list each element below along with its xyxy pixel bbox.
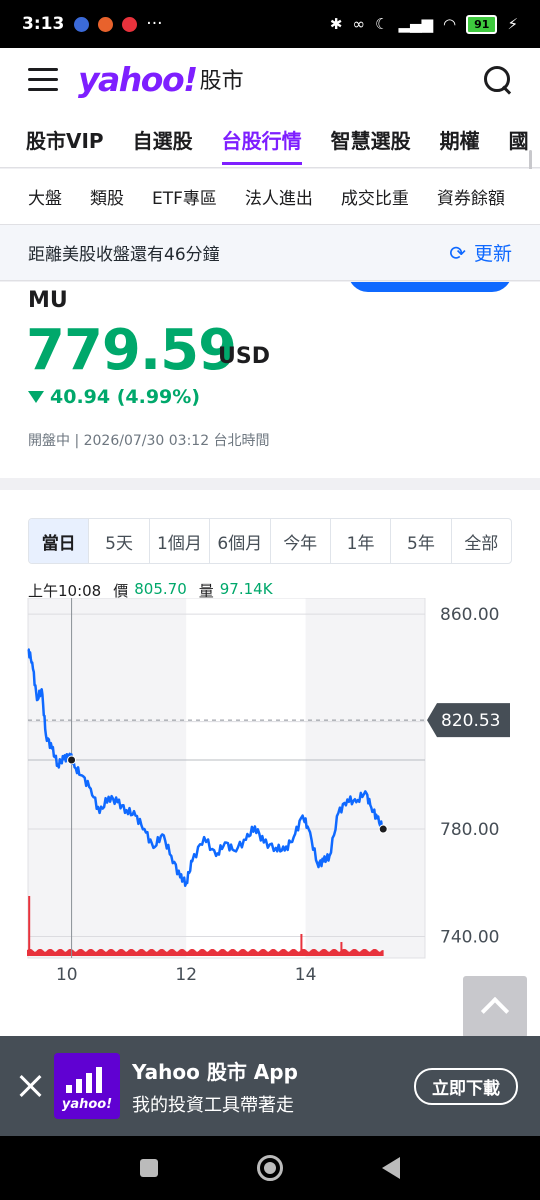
range-1m[interactable]: 1個月 (150, 519, 211, 563)
refresh-label: 更新 (473, 243, 512, 265)
range-1d[interactable]: 當日 (29, 519, 90, 563)
quote-timestamp: 開盤中 | 2026/07/30 03:12 台北時間 (28, 433, 270, 449)
market-close-notice: 距離美股收盤還有46分鐘 ⟳ 更新 (0, 225, 540, 281)
menu-icon[interactable] (28, 67, 58, 91)
y-tick-label: 860.00 (440, 605, 499, 625)
signal-icon: ▂▄▆ (398, 15, 434, 33)
tab-options[interactable]: 期權 (440, 110, 480, 167)
crosshair-marker (67, 755, 77, 765)
change-value: 40.94 (4.99%) (50, 386, 200, 408)
refresh-button[interactable]: ⟳ 更新 (449, 239, 512, 266)
moon-icon: ☾ (374, 15, 389, 33)
recent-apps-icon[interactable] (139, 1159, 158, 1177)
price-currency: USD (218, 344, 270, 369)
bluetooth-icon: ✱ (329, 15, 343, 33)
subtab-margin[interactable]: 資券餘額 (437, 184, 505, 209)
range-1y[interactable]: 1年 (331, 519, 392, 563)
banner-text: Yahoo 股市 App 我的投資工具帶著走 (132, 1056, 298, 1117)
banner-title: Yahoo 股市 App (132, 1059, 298, 1084)
tab-smart-screener[interactable]: 智慧選股 (331, 110, 411, 167)
subtab-institutional[interactable]: 法人進出 (245, 184, 313, 209)
quote-panel: MU 779.59 USD 40.94 (4.99%) 開盤中 | 2026/0… (0, 282, 540, 478)
chart-card: 當日 5天 1個月 6個月 今年 1年 5年 全部 上午10:08 價 805.… (0, 490, 540, 1036)
notification-icons: ··· (74, 14, 163, 34)
charging-icon: ⚡ (507, 15, 518, 33)
more-notifications: ··· (146, 14, 163, 34)
subtab-etf[interactable]: ETF專區 (152, 184, 217, 209)
back-to-top-button[interactable] (463, 976, 527, 1038)
range-ytd[interactable]: 今年 (271, 519, 331, 563)
link-icon: ∞ (352, 15, 365, 33)
follow-button[interactable] (348, 282, 512, 292)
subtab-sectors[interactable]: 類股 (90, 184, 124, 209)
download-button[interactable]: 立即下載 (414, 1067, 518, 1105)
stock-symbol: MU (28, 288, 68, 313)
system-nav-bar (0, 1136, 540, 1200)
x-tick-label: 12 (175, 965, 197, 985)
logo-subtitle[interactable]: 股市 (200, 63, 244, 95)
battery-icon: 91 (466, 14, 498, 34)
app-download-banner: yahoo! Yahoo 股市 App 我的投資工具帶著走 立即下載 (0, 1036, 540, 1136)
main-tabs: 股市VIP 自選股 台股行情 智慧選股 期權 國 (0, 110, 540, 168)
notice-text: 距離美股收盤還有46分鐘 (28, 245, 220, 265)
price-change: 40.94 (4.99%) (28, 386, 200, 408)
yahoo-logo[interactable]: yahoo! (78, 60, 198, 99)
x-tick-label: 14 (295, 965, 317, 985)
stock-price: 779.59 (26, 318, 237, 383)
app-header: yahoo! 股市 (0, 48, 540, 110)
x-tick-label: 10 (56, 965, 78, 985)
status-time: 3:13 (22, 14, 65, 34)
range-5d[interactable]: 5天 (89, 519, 150, 563)
down-triangle-icon (28, 391, 44, 403)
wifi-icon: ◠ (443, 15, 457, 33)
back-icon[interactable] (382, 1157, 401, 1179)
range-5y[interactable]: 5年 (391, 519, 452, 563)
chart-band (186, 598, 306, 958)
close-icon[interactable] (18, 1074, 42, 1098)
reference-value-label: 820.53 (441, 711, 500, 731)
last-price-marker (378, 824, 388, 834)
refresh-icon: ⟳ (449, 240, 466, 265)
range-all[interactable]: 全部 (452, 519, 511, 563)
range-6m[interactable]: 6個月 (210, 519, 271, 563)
home-icon[interactable] (256, 1155, 283, 1181)
tab-international[interactable]: 國 (509, 110, 529, 167)
sub-tabs: 大盤 類股 ETF專區 法人進出 成交比重 資券餘額 (0, 169, 540, 225)
tab-tw-market[interactable]: 台股行情 (221, 110, 302, 167)
search-icon[interactable] (482, 64, 512, 94)
banner-subtitle: 我的投資工具帶著走 (132, 1094, 294, 1116)
status-bar: 3:13 ··· ✱ ∞ ☾ ▂▄▆ ◠ 91 ⚡ (0, 0, 540, 48)
range-selector: 當日 5天 1個月 6個月 今年 1年 5年 全部 (28, 518, 512, 564)
y-tick-label: 780.00 (440, 820, 499, 840)
subtab-market[interactable]: 大盤 (28, 184, 62, 209)
facebook-icon (74, 16, 90, 32)
app-notification-icon (98, 16, 114, 32)
youtube-icon (122, 16, 138, 32)
tab-watchlist[interactable]: 自選股 (133, 110, 193, 167)
tab-vip[interactable]: 股市VIP (26, 110, 104, 167)
app-icon: yahoo! (54, 1053, 120, 1119)
app-icon-text: yahoo! (61, 1097, 113, 1112)
system-icons: ✱ ∞ ☾ ▂▄▆ ◠ 91 ⚡ (329, 14, 518, 34)
subtab-volume-share[interactable]: 成交比重 (341, 184, 409, 209)
y-tick-label: 740.00 (440, 928, 499, 948)
price-chart[interactable]: 860.00 780.00 740.00 820.53 10 12 14 (0, 598, 540, 988)
